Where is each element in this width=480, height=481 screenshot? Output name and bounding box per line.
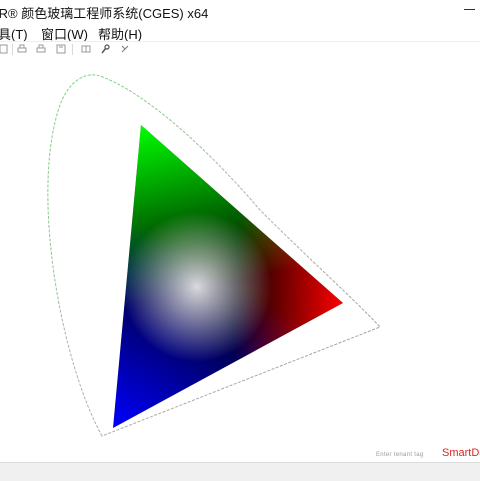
title-bar: ER® 颜色玻璃工程师系统(CGES) x64	[0, 0, 480, 22]
save-icon[interactable]	[55, 43, 67, 55]
watermark-text: SmartDat	[442, 447, 480, 459]
wrench-icon[interactable]	[99, 43, 111, 55]
gamut-triangle	[113, 125, 343, 428]
chromaticity-diagram	[47, 74, 381, 437]
window-title: ER® 颜色玻璃工程师系统(CGES) x64	[0, 6, 209, 21]
toolbar	[0, 41, 480, 58]
menu-bar: 具(T) 窗口(W) 帮助(H)	[0, 22, 480, 42]
tool-icon[interactable]	[119, 43, 131, 55]
print-icon[interactable]	[16, 43, 28, 55]
faint-label: Enter tenant tag	[376, 452, 424, 458]
print-preview-icon[interactable]	[35, 43, 47, 55]
minimize-icon[interactable]	[464, 9, 475, 10]
status-bar	[0, 462, 480, 481]
diagram-canvas	[0, 57, 480, 462]
toolbar-divider	[72, 44, 73, 55]
toolbar-divider	[12, 44, 13, 55]
new-icon[interactable]	[0, 43, 9, 55]
book-icon[interactable]	[80, 43, 92, 55]
